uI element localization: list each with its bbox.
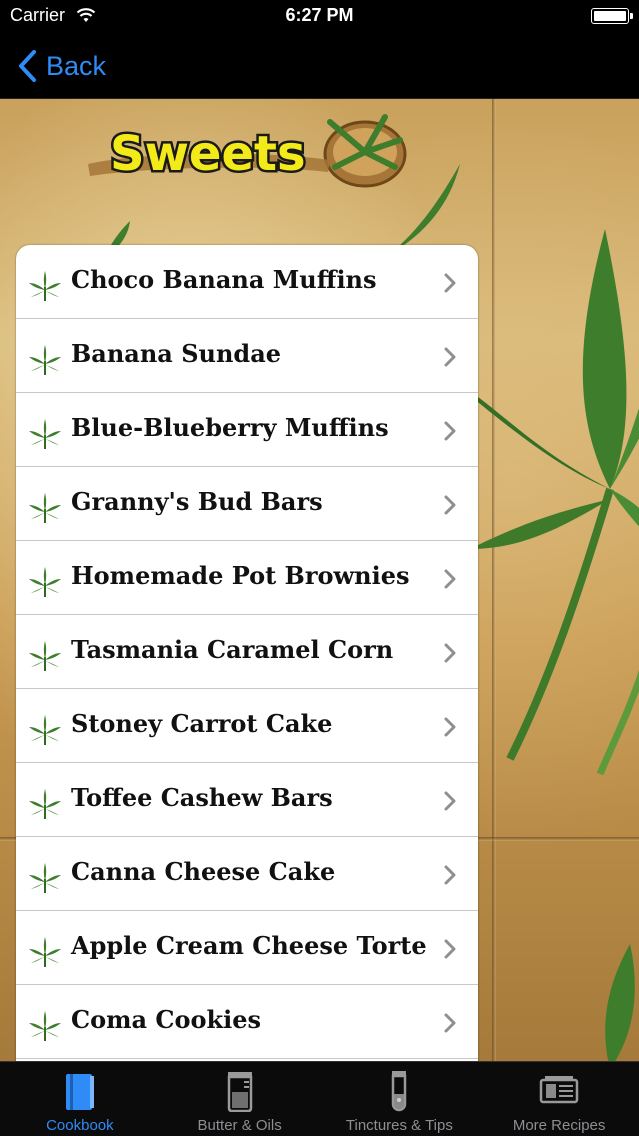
tab-label: Butter & Oils	[197, 1117, 282, 1134]
list-item-label: Toffee Cashew Bars	[71, 783, 333, 812]
jar-icon	[227, 1072, 252, 1112]
sweets-logo: Sweets Sweets	[88, 114, 407, 188]
back-button-label: Back	[46, 50, 107, 81]
list-item[interactable]: Tasmania Caramel Corn	[16, 615, 478, 689]
leaf-icon	[29, 863, 61, 893]
tab-more-recipes[interactable]: More Recipes	[479, 1062, 639, 1136]
list-item[interactable]: Apple Cream Cheese Torte	[16, 911, 478, 985]
leaf-icon	[29, 937, 61, 967]
leaf-icon	[29, 715, 61, 745]
back-button[interactable]: Back	[16, 48, 106, 84]
list-item[interactable]: Canna Cheese Cake	[16, 837, 478, 911]
chevron-right-icon	[444, 1013, 456, 1033]
recipe-list: Choco Banana Muffins Banana Sundae Blue-Bl…	[16, 245, 478, 1065]
stack-icon	[539, 1076, 579, 1104]
book-icon	[65, 1074, 94, 1110]
tab-label: More Recipes	[512, 1117, 606, 1134]
chevron-left-icon	[19, 50, 36, 82]
tab-label: Cookbook	[46, 1117, 114, 1134]
leaf-icon	[29, 641, 61, 671]
chevron-right-icon	[444, 865, 456, 885]
list-item-label: Granny's Bud Bars	[71, 487, 323, 516]
chevron-right-icon	[444, 421, 456, 441]
leaf-icon	[29, 789, 61, 819]
leaf-decoration-icon	[605, 944, 635, 1061]
tab-label: Tinctures & Tips	[345, 1117, 453, 1134]
leaf-icon	[29, 567, 61, 597]
list-item[interactable]: Blue-Blueberry Muffins	[16, 393, 478, 467]
list-item[interactable]: Granny's Bud Bars	[16, 467, 478, 541]
list-item-label: Apple Cream Cheese Torte	[71, 931, 427, 960]
leaf-icon	[29, 419, 61, 449]
list-item-label: Banana Sundae	[71, 339, 282, 368]
logo-text: Sweets	[110, 126, 306, 182]
tab-cookbook[interactable]: Cookbook	[0, 1062, 160, 1136]
battery-icon	[591, 8, 633, 24]
chevron-right-icon	[444, 347, 456, 367]
leaf-decoration-icon	[596, 669, 639, 776]
status-bar: Carrier 6:27 PM	[0, 0, 639, 34]
chevron-right-icon	[444, 939, 456, 959]
list-item[interactable]: Banana Sundae	[16, 319, 478, 393]
leaf-icon	[29, 1011, 61, 1041]
leaf-icon	[29, 271, 61, 301]
list-item[interactable]: Homemade Pot Brownies	[16, 541, 478, 615]
tab-butter-oils[interactable]: Butter & Oils	[160, 1062, 320, 1136]
navigation-bar: Back	[0, 34, 639, 99]
chevron-right-icon	[444, 717, 456, 737]
list-item-label: Coma Cookies	[71, 1005, 262, 1034]
leaf-icon	[29, 345, 61, 375]
tab-tinctures-tips[interactable]: Tinctures & Tips	[320, 1062, 480, 1136]
leaf-icon	[29, 493, 61, 523]
chevron-right-icon	[444, 273, 456, 293]
list-item-label: Blue-Blueberry Muffins	[71, 413, 389, 442]
list-item-label: Homemade Pot Brownies	[71, 561, 410, 590]
list-item-label: Stoney Carrot Cake	[71, 709, 333, 738]
list-item[interactable]: Stoney Carrot Cake	[16, 689, 478, 763]
tab-bar: Cookbook Butter & Oils Tinctures & Tips	[0, 1061, 639, 1136]
list-item-label: Canna Cheese Cake	[71, 857, 336, 886]
chevron-right-icon	[444, 791, 456, 811]
status-time: 6:27 PM	[285, 5, 354, 25]
list-item-label: Tasmania Caramel Corn	[71, 635, 394, 664]
list-item[interactable]: Choco Banana Muffins	[16, 245, 478, 319]
list-item[interactable]: Toffee Cashew Bars	[16, 763, 478, 837]
list-item-label: Choco Banana Muffins	[71, 265, 377, 294]
test-tube-icon	[392, 1071, 407, 1112]
list-item[interactable]: Coma Cookies	[16, 985, 478, 1059]
chevron-right-icon	[444, 569, 456, 589]
chevron-right-icon	[444, 643, 456, 663]
chevron-right-icon	[444, 495, 456, 515]
